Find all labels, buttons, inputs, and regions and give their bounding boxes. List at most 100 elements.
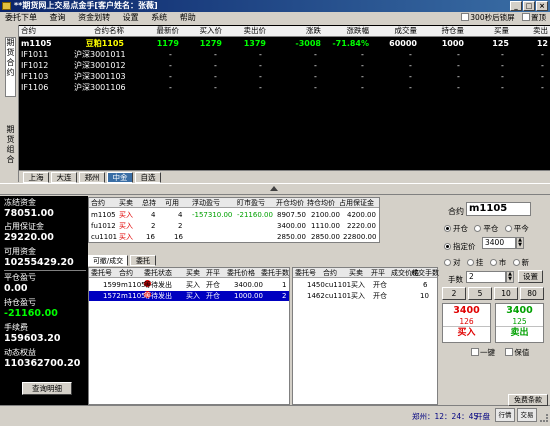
- limit-price-radio[interactable]: [444, 243, 451, 250]
- order-side: 买入: [186, 281, 200, 289]
- qh-askvol[interactable]: 卖出: [515, 26, 548, 36]
- ph-side[interactable]: 买卖: [119, 198, 133, 208]
- quote-row[interactable]: IF1103 沪深3001103 - - - - - - - - -: [19, 71, 550, 82]
- latest-radio[interactable]: [512, 259, 520, 266]
- oh-oc[interactable]: 开平: [206, 268, 220, 278]
- tab-orders[interactable]: 委托: [130, 255, 156, 266]
- position-row[interactable]: m1105 买入 4 4 -157310.00 -21160.00 8907.5…: [89, 210, 379, 221]
- oh-status[interactable]: 委托状态: [144, 268, 172, 278]
- collapse-arrow-icon[interactable]: [270, 186, 278, 191]
- ph-margin[interactable]: 占用保证金: [339, 198, 374, 208]
- tab-cffex[interactable]: 中金: [107, 172, 133, 183]
- menu-help[interactable]: 帮助: [175, 12, 201, 24]
- maximize-button[interactable]: □: [523, 1, 535, 11]
- buy-panel[interactable]: 3400 126 买入: [442, 303, 491, 343]
- buy-button[interactable]: 买入: [443, 326, 490, 340]
- settings-button[interactable]: 设置: [518, 270, 543, 283]
- quote-row[interactable]: IF1011 沪深3001011 - - - - - - - - -: [19, 49, 550, 60]
- quote-row[interactable]: m1105 豆粕1105 1179 1279 1379 -3008 -71.84…: [19, 38, 550, 49]
- one-key-checkbox[interactable]: [471, 348, 479, 356]
- open-radio[interactable]: [444, 225, 451, 232]
- trade-toggle-button[interactable]: 交易: [517, 408, 537, 422]
- menu-order[interactable]: 委托下单: [0, 12, 42, 24]
- quote-row[interactable]: IF1012 沪深3001012 - - - - - - - - -: [19, 60, 550, 71]
- fh-id[interactable]: 委托号: [295, 268, 316, 278]
- quote-toggle-button[interactable]: 行情: [495, 408, 515, 422]
- side-tab-portfolio[interactable]: 期货组合: [5, 125, 16, 185]
- quote-row[interactable]: IF1106 沪深3001106 - - - - - - - - -: [19, 82, 550, 93]
- price-spinner-icon[interactable]: ▲ ▼: [516, 237, 524, 249]
- price-input[interactable]: 3400: [482, 237, 516, 249]
- resize-grip-icon[interactable]: [540, 414, 548, 422]
- ph-hold[interactable]: 持仓均价: [307, 198, 335, 208]
- menu-system[interactable]: 系统: [146, 12, 172, 24]
- opponent-radio[interactable]: [444, 259, 451, 266]
- filled-order-row[interactable]: 1462 cu1101 买入 开仓 10: [293, 291, 437, 301]
- sell-qty: 125: [512, 317, 527, 326]
- menu-transfer[interactable]: 资金划转: [73, 12, 115, 24]
- sell-button[interactable]: 卖出: [496, 326, 543, 340]
- sell-panel[interactable]: 3400 125 卖出: [495, 303, 544, 343]
- fh-code[interactable]: 合约: [323, 268, 337, 278]
- qh-bid[interactable]: 买入价: [182, 26, 223, 36]
- pending-order-row[interactable]: 1599 m1105 等待发出 买入 开仓 3400.00 1: [89, 280, 289, 290]
- tab-dalian[interactable]: 大连: [51, 172, 77, 183]
- menu-query[interactable]: 查询: [45, 12, 71, 24]
- qh-oi[interactable]: 持仓量: [424, 26, 465, 36]
- side-tab-quotes[interactable]: 期货合约: [5, 37, 16, 97]
- qh-pct[interactable]: 涨跌幅: [324, 26, 370, 36]
- qty-preset-5[interactable]: 5: [468, 287, 492, 300]
- fh-oc[interactable]: 开平: [371, 268, 385, 278]
- close-button[interactable]: ×: [536, 1, 548, 11]
- filled-order-row[interactable]: 1450 cu1101 买入 开仓 6: [293, 280, 437, 290]
- market-radio[interactable]: [489, 259, 497, 266]
- ph-total[interactable]: 总持: [142, 198, 156, 208]
- tab-cancelable-filled[interactable]: 可撤/成交: [88, 255, 128, 266]
- query-detail-button[interactable]: 查询明细: [22, 382, 72, 395]
- qh-name[interactable]: 合约名称: [74, 26, 124, 36]
- close-radio[interactable]: [474, 225, 482, 232]
- quote-bidvol: -: [501, 83, 504, 92]
- ph-code[interactable]: 合约: [91, 198, 105, 208]
- qh-code[interactable]: 合约: [21, 26, 43, 36]
- qh-vol[interactable]: 成交量: [377, 26, 418, 36]
- fh-side[interactable]: 买卖: [349, 268, 363, 278]
- qh-bidvol[interactable]: 买量: [469, 26, 509, 36]
- splitter[interactable]: [0, 183, 550, 195]
- position-row[interactable]: fu1012 买入 2 2 3400.00 1110.00 2220.00: [89, 221, 379, 232]
- menu-settings[interactable]: 设置: [118, 12, 144, 24]
- qty-input[interactable]: 2: [466, 271, 506, 283]
- ph-mtm[interactable]: 盯市盈亏: [237, 198, 265, 208]
- latest-label: 新: [521, 258, 530, 267]
- quote-bid: 1279: [199, 39, 222, 48]
- queue-radio[interactable]: [466, 259, 474, 266]
- pending-order-row[interactable]: 1572 m1105 等待发出 买入 开仓 1000.00 2: [89, 291, 289, 301]
- lock-screen-checkbox[interactable]: [461, 13, 470, 21]
- oh-price[interactable]: 委托价格: [227, 268, 255, 278]
- minimize-button[interactable]: _: [510, 1, 522, 11]
- oh-id[interactable]: 委托号: [91, 268, 112, 278]
- terms-button[interactable]: 免费条款: [508, 394, 548, 406]
- hedge-checkbox[interactable]: [505, 348, 514, 356]
- ph-open[interactable]: 开仓均价: [276, 198, 304, 208]
- position-row[interactable]: cu1101 买入 16 16 2850.00 2850.00 22800.00: [89, 232, 379, 243]
- fh-qty[interactable]: 成交手数: [411, 268, 439, 278]
- contract-input[interactable]: m1105: [466, 202, 531, 216]
- ph-float[interactable]: 浮动盈亏: [192, 198, 220, 208]
- qty-preset-2[interactable]: 2: [442, 287, 466, 300]
- oh-code[interactable]: 合约: [119, 268, 133, 278]
- qh-chg[interactable]: 涨跌: [281, 26, 321, 36]
- qty-spinner-icon[interactable]: ▲ ▼: [506, 271, 514, 283]
- qty-preset-80[interactable]: 80: [520, 287, 544, 300]
- qty-preset-10[interactable]: 10: [494, 287, 518, 300]
- qh-last[interactable]: 最新价: [139, 26, 180, 36]
- close-today-radio[interactable]: [504, 225, 512, 232]
- oh-side[interactable]: 买卖: [186, 268, 200, 278]
- qh-ask[interactable]: 卖出价: [226, 26, 267, 36]
- tab-favorites[interactable]: 自选: [135, 172, 161, 183]
- tab-shanghai[interactable]: 上海: [23, 172, 49, 183]
- tab-zhengzhou[interactable]: 郑州: [79, 172, 105, 183]
- oh-qty[interactable]: 委托手数: [261, 268, 289, 278]
- ph-avail[interactable]: 可用: [165, 198, 179, 208]
- always-on-top-checkbox[interactable]: [522, 13, 530, 21]
